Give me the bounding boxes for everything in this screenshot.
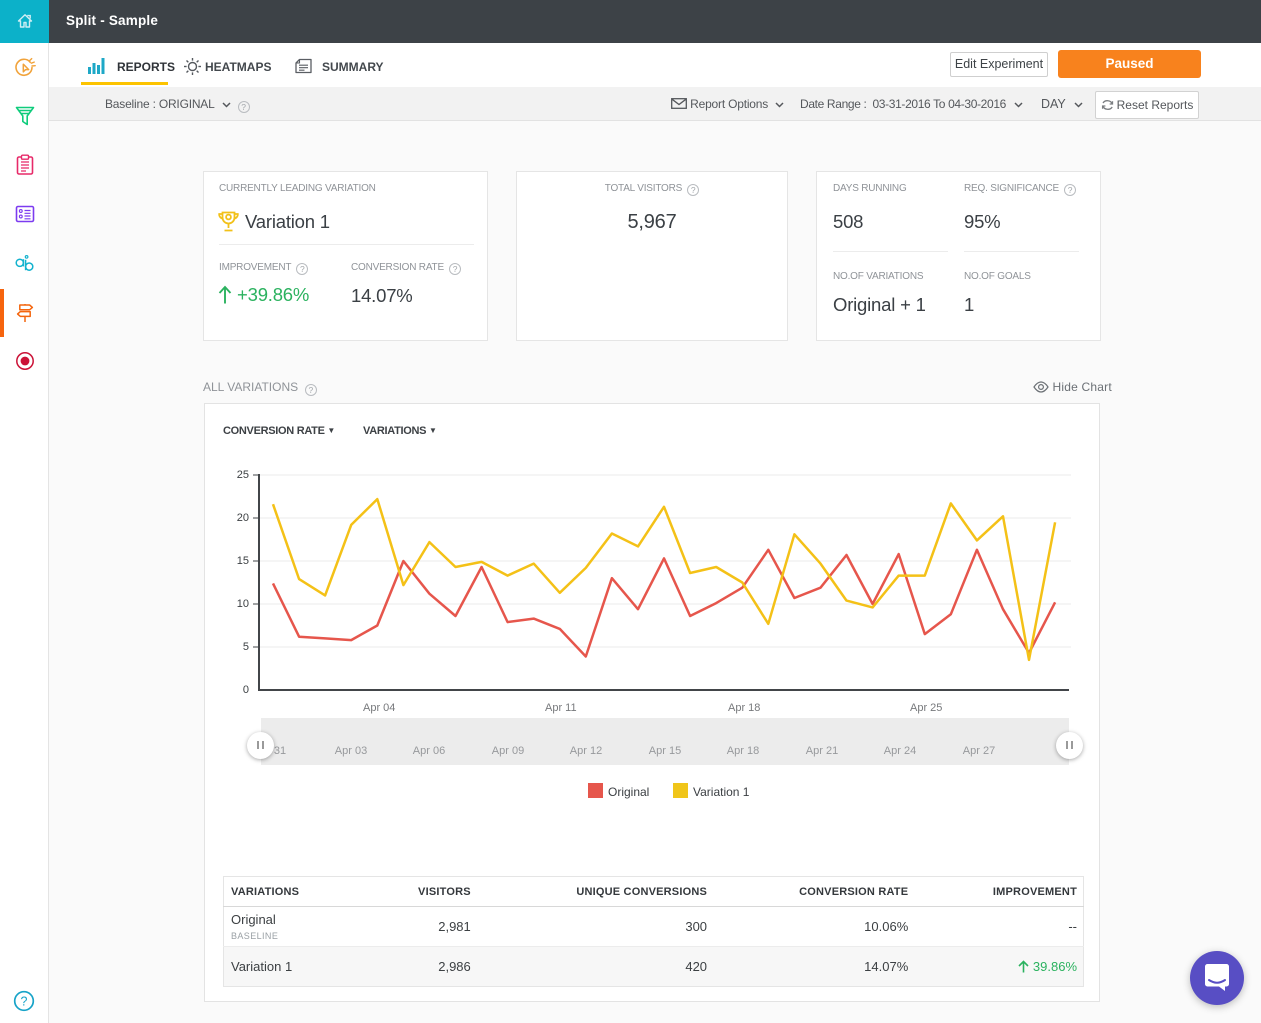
svg-text:?: ?: [21, 995, 28, 1009]
